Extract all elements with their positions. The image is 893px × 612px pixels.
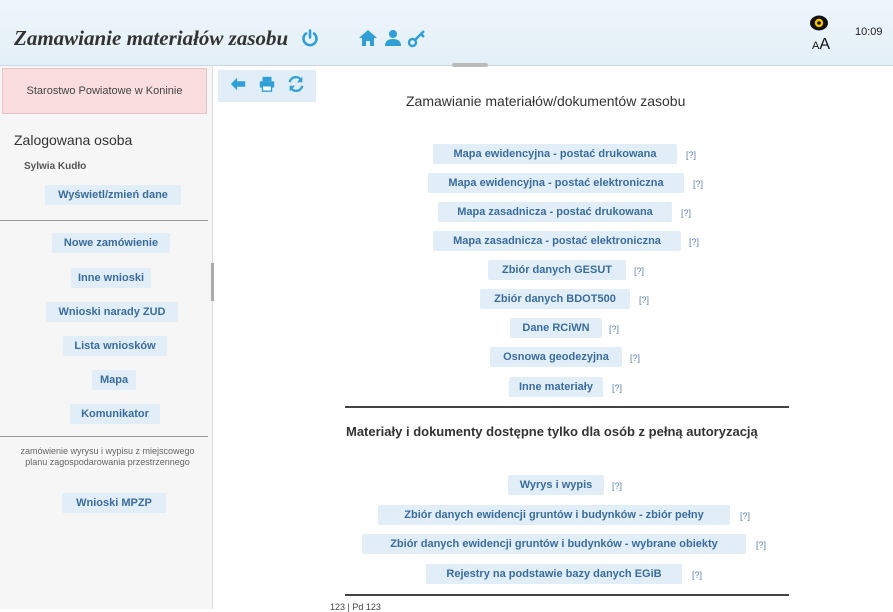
help-link[interactable]: [?] [756,540,766,550]
user-icon[interactable] [382,27,404,49]
font-size-toggle[interactable]: AA [812,36,830,54]
help-link[interactable]: [?] [639,295,649,305]
sidebar-item-requests-list[interactable]: Lista wniosków [63,336,167,356]
mpzp-note: zamówienie wyrysu i wypisu z miejscowego… [20,446,195,467]
eye-icon[interactable] [808,12,830,34]
page-title: Zamawianie materiałów/dokumentów zasobu [406,93,686,109]
link-base-map-printed[interactable]: Mapa zasadnicza - postać drukowana [438,202,672,222]
help-link[interactable]: [?] [634,266,644,276]
refresh-icon[interactable] [287,75,305,98]
office-name: Starostwo Powiatowe w Koninie [2,68,207,114]
divider [0,436,208,437]
help-link[interactable]: [?] [681,208,691,218]
power-icon[interactable] [299,27,321,49]
app-title: Zamawianie materiałów zasobu [14,26,289,50]
link-geodetic-network[interactable]: Osnowa geodezyjna [490,347,622,367]
help-link[interactable]: [?] [740,511,750,521]
sidebar-item-messenger[interactable]: Komunikator [70,404,160,424]
section-title-full-authorization: Materiały i dokumenty dostępne tylko dla… [346,424,758,439]
link-cadastral-map-printed[interactable]: Mapa ewidencyjna - postać drukowana [433,144,677,164]
link-extract-and-excerpt[interactable]: Wyrys i wypis [508,475,604,495]
help-link[interactable]: [?] [693,179,703,189]
clock: 10:09 [855,26,883,38]
help-link[interactable]: [?] [689,237,699,247]
divider [0,220,208,221]
logged-user-label: Zalogowana osoba [14,132,133,148]
help-link[interactable]: [?] [686,150,696,160]
resize-handle[interactable] [452,63,488,67]
divider [345,406,789,408]
key-icon[interactable] [406,27,428,49]
link-other-materials[interactable]: Inne materiały [509,377,603,397]
sidebar-item-other-requests[interactable]: Inne wnioski [71,268,151,288]
mpzp-requests-button[interactable]: Wnioski MPZP [62,493,166,513]
link-egib-full-set[interactable]: Zbiór danych ewidencji gruntów i budynkó… [378,505,730,525]
help-link[interactable]: [?] [630,353,640,363]
sidebar-scrollbar[interactable] [211,263,214,301]
app-header: Zamawianie materiałów zasobu AA 10:09 [0,0,893,67]
link-base-map-electronic[interactable]: Mapa zasadnicza - postać elektroniczna [433,231,681,251]
home-icon[interactable] [357,27,379,49]
sidebar-item-zud-requests[interactable]: Wnioski narady ZUD [46,302,178,322]
link-egib-registers[interactable]: Rejestry na podstawie bazy danych EGiB [426,564,682,584]
help-link[interactable]: [?] [609,324,619,334]
divider [345,594,789,596]
view-data-button[interactable]: Wyświetl/zmień dane [45,185,181,205]
help-link[interactable]: [?] [692,570,702,580]
help-link[interactable]: [?] [612,383,622,393]
link-gesut[interactable]: Zbiór danych GESUT [488,260,626,280]
help-link[interactable]: [?] [612,481,622,491]
back-arrow-icon[interactable] [229,75,247,98]
link-cadastral-map-electronic[interactable]: Mapa ewidencyjna - postać elektroniczna [428,173,684,193]
link-bdot500[interactable]: Zbiór danych BDOT500 [480,289,630,309]
user-name: Sylwia Kudło [24,161,87,172]
sidebar-item-new-order[interactable]: Nowe zamówienie [52,233,170,253]
toolbar [218,70,316,102]
sidebar: Starostwo Powiatowe w Koninie Zalogowana… [0,66,213,609]
sidebar-item-map[interactable]: Mapa [92,370,136,390]
link-rciwn[interactable]: Dane RCiWN [510,318,602,338]
link-egib-selected-objects[interactable]: Zbiór danych ewidencji gruntów i budynkó… [362,534,746,554]
print-icon[interactable] [258,75,276,98]
footer-text: 123 | Pd 123 [330,602,381,612]
